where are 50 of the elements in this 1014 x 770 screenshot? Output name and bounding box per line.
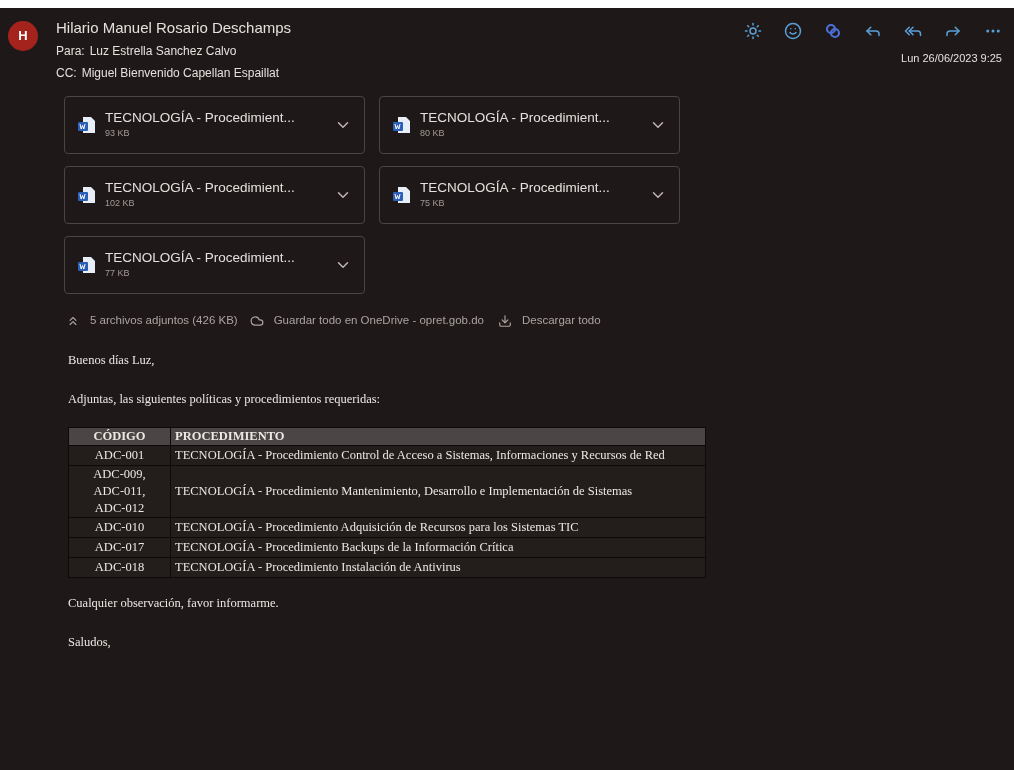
- attachment-card[interactable]: TECNOLOGÍA - Procedimient... 80 KB: [379, 96, 680, 154]
- cc-label: CC:: [56, 65, 77, 82]
- smiley-icon[interactable]: [784, 22, 802, 40]
- attachment-name: TECNOLOGÍA - Procedimient...: [420, 179, 610, 198]
- attachment-size: 80 KB: [420, 127, 446, 141]
- code-cell: ADC-010: [68, 517, 171, 538]
- cc-recipient-name[interactable]: Miguel Bienvenido Capellan Espaillat: [81, 64, 280, 82]
- recipient-name[interactable]: Luz Estrella Sanchez Calvo: [89, 42, 237, 60]
- attachment-size: 75 KB: [420, 197, 446, 211]
- procedure-cell: TECNOLOGÍA - Procedimiento Instalación de Antivirus: [170, 557, 706, 578]
- sent-date: Lun 26/06/2023 9:25: [901, 51, 1002, 66]
- word-document-icon: [77, 255, 97, 275]
- procedure-cell: TECNOLOGÍA - Procedimiento Mantenimiento, Desarrollo e Implementación de Sistemas: [170, 465, 706, 518]
- cloud-icon[interactable]: [249, 313, 264, 328]
- attachment-name: TECNOLOGÍA - Procedimient...: [105, 249, 295, 268]
- word-document-icon: [392, 115, 412, 135]
- attachment-name: TECNOLOGÍA - Procedimient...: [420, 109, 610, 128]
- to-label: Para:: [56, 43, 85, 60]
- sun-icon[interactable]: [744, 22, 762, 40]
- closing-text: Cualquier observación, favor informarme.: [68, 594, 280, 612]
- code-cell: ADC-009, ADC-011, ADC-012: [68, 465, 171, 518]
- code-cell: ADC-001: [68, 445, 171, 466]
- column-header: PROCEDIMIENTO: [170, 427, 706, 446]
- avatar: H: [8, 21, 38, 51]
- attachment-card[interactable]: TECNOLOGÍA - Procedimient... 102 KB: [64, 166, 365, 224]
- attachment-card[interactable]: TECNOLOGÍA - Procedimient... 77 KB: [64, 236, 365, 294]
- code-cell: ADC-017: [68, 537, 171, 558]
- code-cell: ADC-018: [68, 557, 171, 578]
- word-document-icon: [77, 185, 97, 205]
- save-all-link[interactable]: Guardar todo en OneDrive - opret.gob.do: [273, 312, 484, 330]
- download-icon[interactable]: [498, 313, 512, 328]
- download-all-link[interactable]: Descargar todo: [522, 312, 601, 330]
- procedure-cell: TECNOLOGÍA - Procedimiento Control de Acceso a Sistemas, Informaciones y Recursos de Red: [170, 445, 706, 466]
- attachments-summary: 5 archivos adjuntos (426 KB): [90, 313, 238, 328]
- attachment-name: TECNOLOGÍA - Procedimient...: [105, 179, 295, 198]
- procedure-cell: TECNOLOGÍA - Procedimiento Adquisición de Recursos para los Sistemas TIC: [170, 517, 706, 538]
- attachment-name: TECNOLOGÍA - Procedimient...: [105, 109, 295, 128]
- attachment-card[interactable]: TECNOLOGÍA - Procedimient... 93 KB: [64, 96, 365, 154]
- signoff-text: Saludos,: [68, 633, 112, 651]
- intro-text: Adjuntas, las siguientes políticas y procedimientos requeridas:: [68, 391, 382, 408]
- column-header: CÓDIGO: [68, 427, 171, 446]
- sender-name: Hilario Manuel Rosario Deschamps: [56, 18, 292, 38]
- procedure-cell: TECNOLOGÍA - Procedimiento Backups de la Información Crítica: [170, 537, 706, 558]
- attachment-size: 102 KB: [105, 197, 136, 211]
- word-document-icon: [77, 115, 97, 135]
- attachment-size: 77 KB: [105, 267, 131, 281]
- attachment-card[interactable]: TECNOLOGÍA - Procedimient... 75 KB: [379, 166, 680, 224]
- word-document-icon: [392, 185, 412, 205]
- attachment-size: 93 KB: [105, 127, 131, 141]
- greeting-text: Buenos días Luz,: [68, 352, 156, 370]
